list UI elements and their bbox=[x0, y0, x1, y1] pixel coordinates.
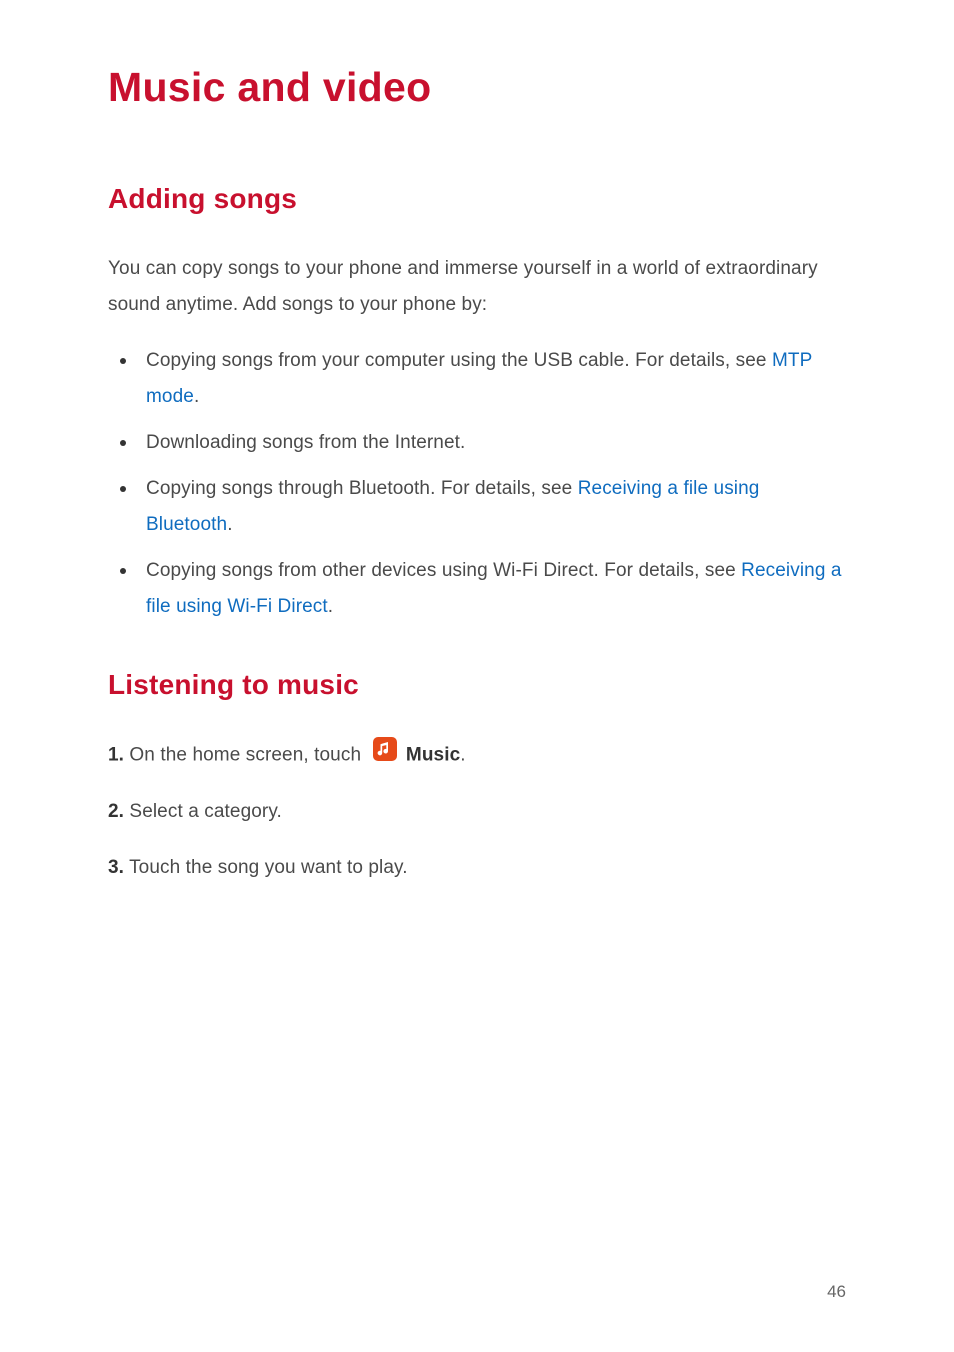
list-item-suffix: . bbox=[194, 386, 199, 407]
section2-steps: 1. On the home screen, touch Music. 2. S… bbox=[108, 737, 846, 886]
list-item: 1. On the home screen, touch Music. bbox=[108, 737, 846, 774]
step-number: 3. bbox=[108, 857, 124, 878]
step-text: Select a category. bbox=[124, 801, 282, 822]
list-item-text: Downloading songs from the Internet. bbox=[146, 432, 465, 453]
page-container: Music and video Adding songs You can cop… bbox=[0, 0, 954, 886]
music-icon bbox=[373, 737, 397, 774]
step-text: Touch the song you want to play. bbox=[124, 857, 408, 878]
page-number: 46 bbox=[827, 1282, 846, 1302]
section2-heading: Listening to music bbox=[108, 669, 846, 701]
list-item: Copying songs from other devices using W… bbox=[108, 553, 846, 625]
list-item-suffix: . bbox=[227, 514, 232, 535]
step-text: On the home screen, touch bbox=[124, 745, 366, 766]
list-item-suffix: . bbox=[328, 596, 333, 617]
list-item-text: Copying songs from other devices using W… bbox=[146, 560, 741, 581]
list-item: Copying songs from your computer using t… bbox=[108, 343, 846, 415]
list-item: Downloading songs from the Internet. bbox=[108, 425, 846, 461]
document-title: Music and video bbox=[108, 64, 846, 111]
step-number: 1. bbox=[108, 745, 124, 766]
bullet-icon bbox=[120, 358, 126, 364]
step-app-name: Music bbox=[406, 745, 460, 766]
list-item: 2. Select a category. bbox=[108, 794, 846, 830]
section1-intro: You can copy songs to your phone and imm… bbox=[108, 251, 846, 323]
list-item: 3. Touch the song you want to play. bbox=[108, 850, 846, 886]
bullet-icon bbox=[120, 440, 126, 446]
list-item: Copying songs through Bluetooth. For det… bbox=[108, 471, 846, 543]
bullet-icon bbox=[120, 568, 126, 574]
list-item-text: Copying songs from your computer using t… bbox=[146, 350, 772, 371]
step-suffix: . bbox=[460, 745, 465, 766]
step-number: 2. bbox=[108, 801, 124, 822]
section1-heading: Adding songs bbox=[108, 183, 846, 215]
bullet-icon bbox=[120, 486, 126, 492]
list-item-text: Copying songs through Bluetooth. For det… bbox=[146, 478, 578, 499]
section1-bullet-list: Copying songs from your computer using t… bbox=[108, 343, 846, 625]
